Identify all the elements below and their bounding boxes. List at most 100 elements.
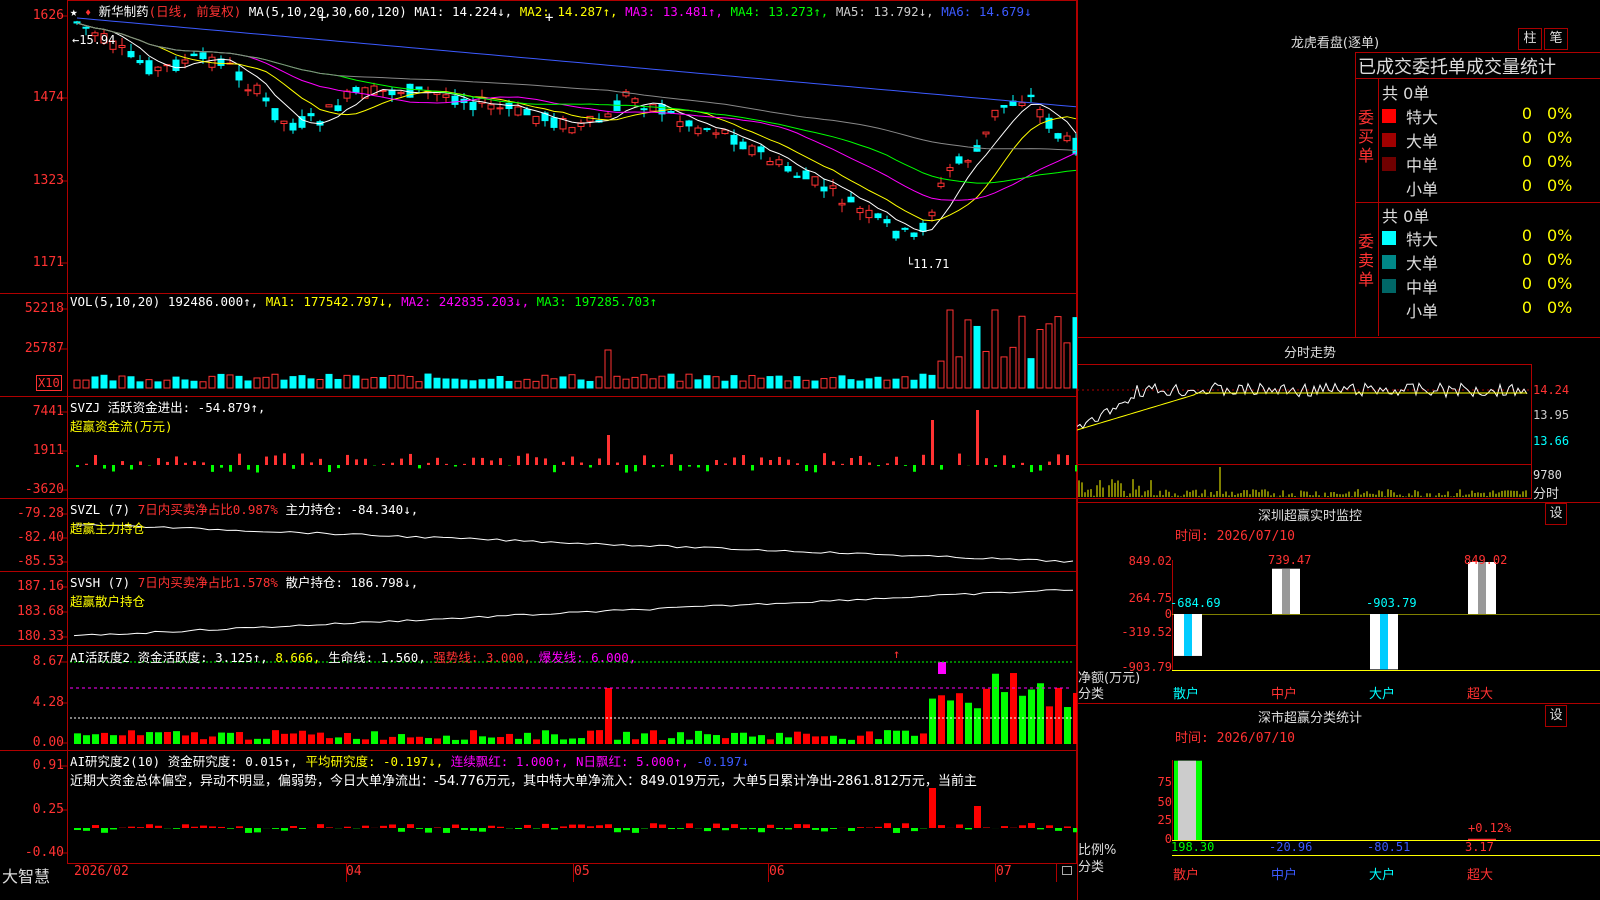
ai-research-bar [713, 823, 720, 828]
volume-bar [910, 379, 918, 389]
volume-bar [190, 380, 198, 389]
svsh-axis-label: 183.68 [17, 604, 64, 619]
volume-bar [541, 374, 549, 389]
svzj-bar [328, 465, 331, 473]
candle-body [829, 185, 837, 189]
ai-research-bar [704, 828, 711, 832]
volume-bar [667, 373, 675, 389]
ma-line [76, 17, 1077, 108]
candle-body [271, 108, 279, 121]
svzj-bar [121, 461, 124, 465]
svzj-axis-label: 1911 [32, 443, 64, 458]
ss-settings-button[interactable]: 设 [1545, 705, 1567, 727]
vol-ma2: MA2: 242835.203↓, [401, 294, 530, 309]
ai-research-bar [560, 826, 567, 828]
svzj-bar [202, 462, 205, 465]
price-axis-label: 1626 [32, 8, 64, 23]
intraday-title: 分时走势 [1283, 346, 1336, 361]
svzj-bar [598, 458, 601, 465]
ai-research-axis-label: 0.91 [32, 758, 64, 773]
volume-bar [316, 379, 324, 389]
x-axis-label: 07 [996, 864, 1012, 879]
ss-bar-value: 198.30 [1171, 840, 1215, 854]
tick-view-button[interactable]: 笔 [1544, 28, 1568, 50]
lock-icon[interactable] [1062, 866, 1072, 875]
ai-activity-bar [785, 737, 792, 744]
sz-axis-label: 849.02 [1128, 554, 1172, 568]
volume-bar [1027, 358, 1035, 389]
volume-bar [1009, 346, 1017, 389]
ss-bar-value: -80.51 [1367, 840, 1411, 854]
svzj-label: SVZJ 活跃资金进出: -54.879↑, [70, 400, 266, 415]
ma3-value: MA3: 13.481↑, [625, 4, 723, 19]
ai-research-bar [83, 828, 90, 831]
svzj-bar [526, 453, 529, 465]
volume-bar [550, 378, 558, 389]
ai-research-bar [785, 828, 792, 830]
volume-bar [919, 373, 927, 389]
candle-body [874, 213, 882, 219]
svzj-bar [940, 465, 943, 470]
ma5-value: MA5: 13.792↓, [835, 4, 934, 19]
ai-research-bar [470, 828, 477, 831]
ai-research-bar [1019, 825, 1026, 828]
ai-research-bar [173, 828, 180, 829]
volume-bar [829, 377, 837, 389]
volume-bar [379, 377, 387, 389]
svzj-bar [1066, 455, 1069, 465]
ai-activity-bar [776, 732, 783, 744]
ai-activity-bar [551, 734, 558, 744]
ai-activity-bar [218, 732, 225, 744]
vol-axis-label: 25787 [24, 341, 64, 356]
ai-research-bar [407, 824, 414, 828]
volume-bar [595, 376, 603, 389]
ai-activity-bar [794, 731, 801, 744]
ai-activity-bar [1028, 689, 1035, 744]
ss-stats-title: 深市超赢分类统计 [1257, 711, 1362, 726]
intraday-chart[interactable] [1077, 360, 1600, 502]
volume-bar [757, 377, 765, 389]
candle-body [847, 196, 855, 203]
volume-bar [766, 376, 774, 389]
vol-unit-badge[interactable]: X10 [36, 375, 62, 391]
candle-body [262, 97, 270, 102]
svzj-bar [472, 457, 475, 465]
ai-research-bar [380, 825, 387, 828]
ai-research-bar [317, 824, 324, 828]
svzj-bar [94, 454, 97, 465]
candle-body [1036, 109, 1044, 118]
volume-bar [955, 356, 963, 389]
svzj-bar [319, 458, 322, 465]
ai-activity-bar [884, 730, 891, 744]
candle-body [289, 122, 297, 131]
svzl-subtitle: 超赢主力持仓 [70, 521, 146, 536]
vol-value: 192486.000↑, [167, 294, 259, 309]
buy-row-xl: 特大 0 0% [1382, 104, 1582, 128]
sz-settings-button[interactable]: 设 [1545, 503, 1567, 525]
intraday-price-label: 13.95 [1533, 408, 1570, 422]
ai-research-bar [722, 828, 729, 831]
volume-bar [784, 380, 792, 389]
ai-research-e: -0.197↓ [696, 754, 750, 769]
volume-bar [370, 377, 378, 389]
ai-research-bar [902, 823, 909, 828]
volume-bar [559, 376, 567, 389]
ma2-value: MA2: 14.287↑, [519, 4, 618, 19]
brand-logo[interactable]: 大智慧 [2, 863, 50, 887]
ai-research-bar [254, 828, 261, 833]
avg-research-value: 平均研究度: -0.197↓, [305, 754, 444, 769]
candle-body [604, 113, 612, 118]
ai-activity-bar [650, 730, 657, 744]
candle-body [964, 160, 972, 163]
candle-body [910, 232, 918, 237]
volume-bar [235, 375, 243, 389]
ai-research-bar [227, 828, 234, 829]
intraday-price-label: 14.24 [1533, 383, 1570, 397]
swatch [1382, 109, 1396, 123]
column-view-button[interactable]: 柱 [1518, 28, 1542, 50]
candle-body [667, 110, 675, 114]
candle-body [640, 108, 648, 111]
volume-bar [802, 379, 810, 389]
ai-activity-bar [524, 732, 531, 744]
ai-activity-axis-label: 4.28 [32, 695, 64, 710]
